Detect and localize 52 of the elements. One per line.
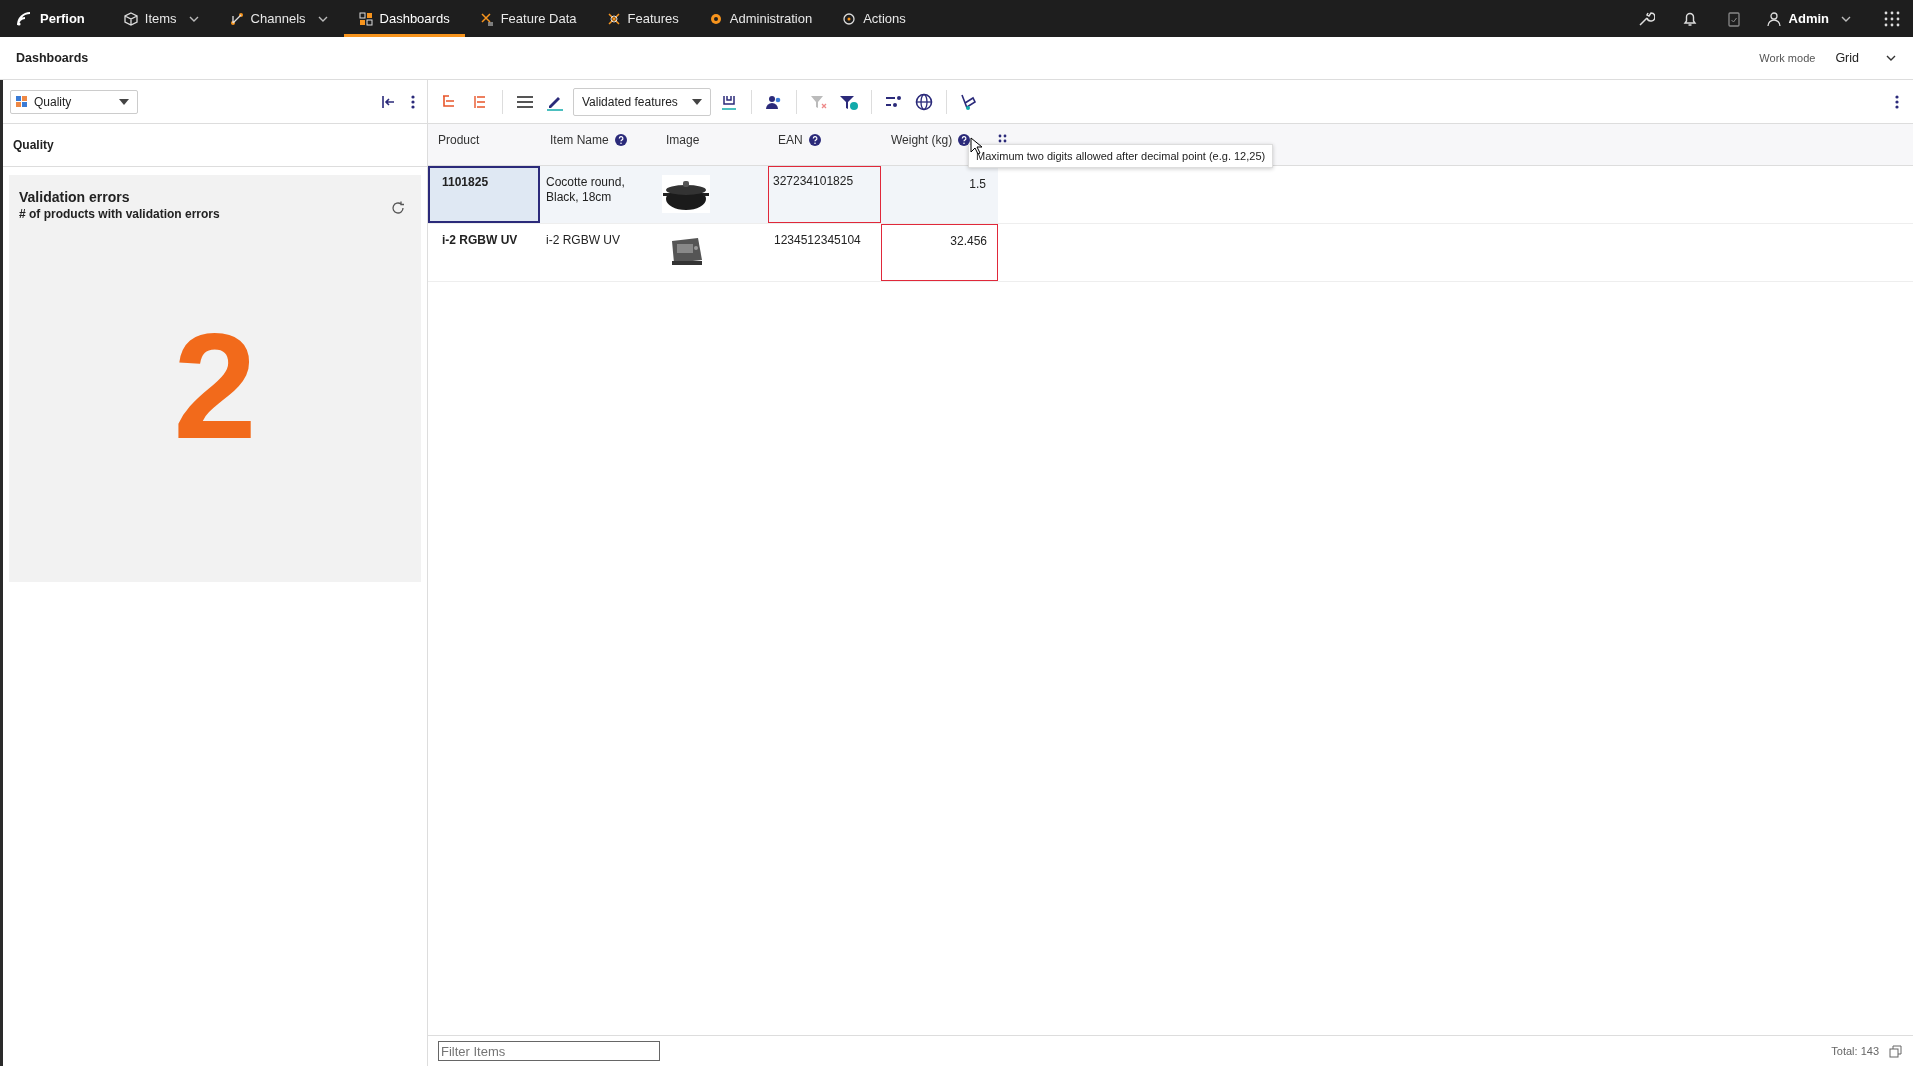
table-cell[interactable]: i-2 RGBW UV: [428, 224, 540, 281]
column-header[interactable]: EAN: [768, 124, 881, 165]
metric-value: 2: [173, 301, 257, 472]
column-header[interactable]: Item Name: [540, 124, 656, 165]
work-mode-label: Work mode: [1759, 52, 1816, 64]
chevron-down-icon: [1885, 53, 1897, 63]
nav-tab[interactable]: Feature Data: [464, 0, 592, 37]
section-title: Quality: [13, 138, 54, 152]
total-count: Total: 143: [1831, 1045, 1879, 1057]
column-header[interactable]: Image: [656, 124, 768, 165]
user-menu[interactable]: Admin: [1765, 0, 1852, 37]
nav-tab[interactable]: Actions: [827, 0, 921, 37]
logo-icon[interactable]: [16, 10, 32, 27]
table-cell[interactable]: 32.456: [881, 224, 998, 281]
tooltip: Maximum two digits allowed after decimal point (e.g. 12,25): [968, 144, 1274, 168]
work-mode-dropdown[interactable]: Grid: [1835, 51, 1897, 65]
help-icon[interactable]: [614, 134, 627, 146]
branch-icon: [229, 11, 244, 26]
tiles-icon: [16, 95, 28, 108]
dashboard-dropdown[interactable]: Quality: [10, 89, 138, 114]
nav-tab[interactable]: Items: [108, 0, 215, 37]
nav-tab[interactable]: Channels: [214, 0, 344, 37]
nav-tab[interactable]: Features: [591, 0, 694, 37]
cycle-icon: [842, 11, 857, 26]
table-cell[interactable]: Cocotte round, Black, 18cm: [540, 166, 656, 223]
table-cell[interactable]: i-2 RGBW UV: [540, 224, 656, 281]
refresh-icon[interactable]: [391, 201, 405, 215]
person-icon: [1765, 10, 1782, 27]
filter-field[interactable]: Filter Items: [438, 1041, 660, 1061]
grid-icon: [358, 11, 373, 26]
cube-icon: [123, 11, 138, 26]
card-subtitle: # of products with validation errors: [19, 207, 221, 221]
kebab-icon[interactable]: [1895, 94, 1899, 109]
view-dropdown[interactable]: Validated features: [573, 87, 711, 116]
caret-icon: [691, 98, 702, 105]
nav-tab[interactable]: Dashboards: [343, 0, 465, 37]
table-cell[interactable]: 1234512345104: [768, 224, 881, 281]
help-icon[interactable]: [958, 134, 971, 146]
collapse-left-icon[interactable]: [381, 94, 395, 109]
table-cell[interactable]: 1.5: [881, 166, 998, 223]
nav-tab[interactable]: Administration: [693, 0, 828, 37]
card-title: Validation errors: [19, 189, 131, 205]
table-cell[interactable]: 1101825: [428, 166, 540, 223]
help-icon[interactable]: [808, 134, 821, 146]
brand-name[interactable]: Perfion: [40, 11, 85, 26]
gear-icon: [708, 11, 723, 26]
table-cell[interactable]: 327234101825: [768, 166, 881, 223]
caret-icon: [119, 98, 129, 105]
kebab-icon[interactable]: [411, 94, 415, 109]
layers-icon[interactable]: [1889, 1044, 1903, 1058]
column-header[interactable]: Product: [428, 124, 540, 165]
page-title: Dashboards: [16, 51, 89, 65]
